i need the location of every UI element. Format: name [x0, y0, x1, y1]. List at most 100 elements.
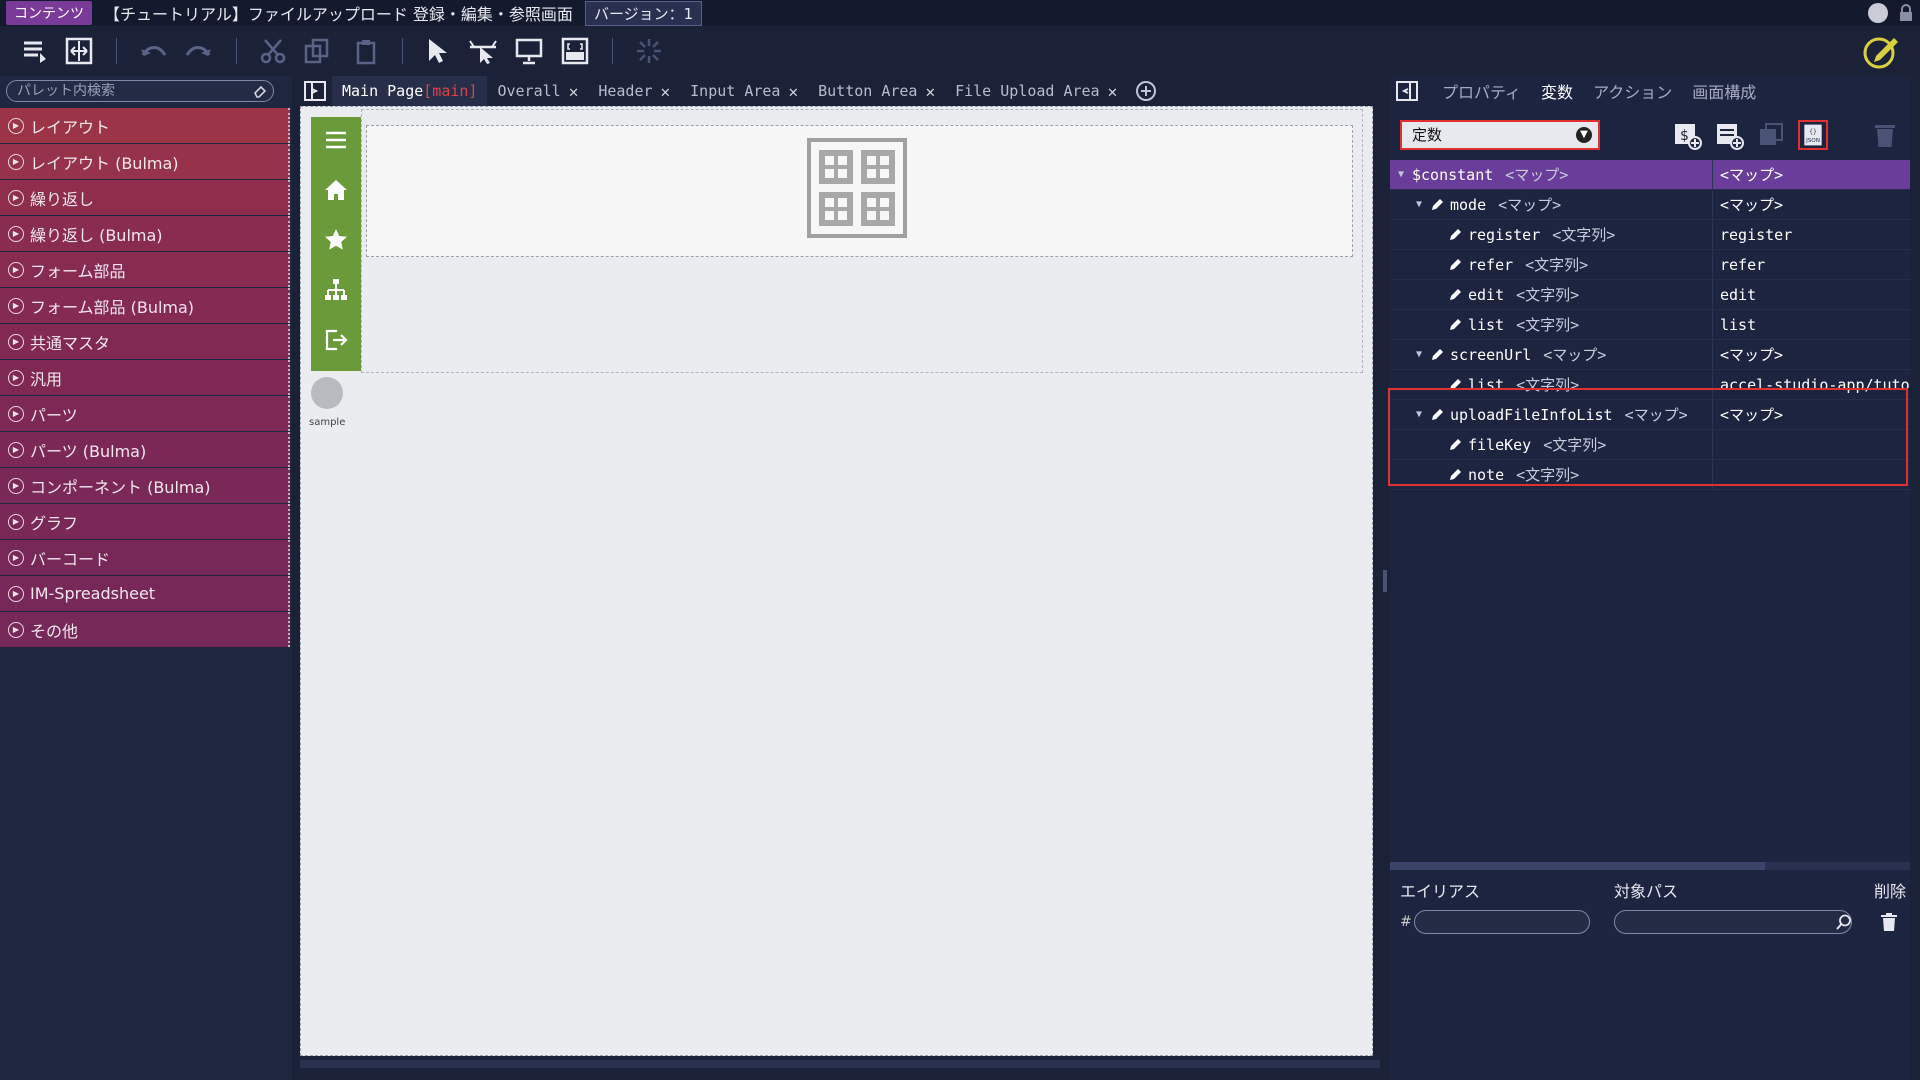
expand-triangle-icon[interactable]: ▼ — [1412, 409, 1426, 420]
css-icon[interactable] — [558, 34, 592, 68]
edit-pencil-icon[interactable] — [1430, 408, 1444, 422]
scrollbar-thumb[interactable] — [1390, 862, 1765, 870]
hamburger-icon[interactable] — [323, 127, 349, 153]
tab-label: Input Area — [690, 82, 781, 100]
close-icon[interactable]: ✕ — [1108, 82, 1118, 101]
sitemap-icon[interactable] — [323, 277, 349, 303]
variable-tree-row[interactable]: ▼ uploadFileInfoList <マップ> <マップ> — [1390, 400, 1910, 430]
close-icon[interactable]: ✕ — [788, 82, 798, 101]
copy-icon[interactable] — [300, 34, 334, 68]
palette-category-item[interactable]: ▶ フォーム部品 (Bulma) — [0, 288, 290, 323]
avatar[interactable] — [311, 377, 343, 409]
palette-category-item[interactable]: ▶ パーツ — [0, 396, 290, 431]
close-icon[interactable]: ✕ — [569, 82, 579, 101]
right-panel-tab[interactable]: 画面構成 — [1682, 79, 1766, 103]
pointer-area-icon[interactable] — [466, 34, 500, 68]
pointer-select-icon[interactable] — [420, 34, 454, 68]
palette-category-item[interactable]: ▶ レイアウト — [0, 108, 290, 143]
json-edit-icon[interactable]: {} JSON — [1798, 120, 1828, 150]
preview-monitor-icon[interactable] — [512, 34, 546, 68]
palette-category-item[interactable]: ▶ フォーム部品 — [0, 252, 290, 287]
search-icon[interactable] — [1836, 914, 1852, 930]
undo-icon[interactable] — [136, 34, 170, 68]
target-path-input[interactable] — [1614, 910, 1852, 934]
palette-category-item[interactable]: ▶ 繰り返し (Bulma) — [0, 216, 290, 251]
edit-pencil-icon[interactable] — [1448, 318, 1462, 332]
tree-horizontal-scrollbar[interactable] — [1390, 862, 1910, 870]
canvas-horizontal-scrollbar[interactable] — [300, 1060, 1380, 1068]
eraser-icon[interactable] — [253, 84, 267, 98]
alias-input[interactable] — [1414, 910, 1590, 934]
tab-item[interactable]: Header ✕ — [588, 76, 680, 106]
cut-icon[interactable] — [256, 34, 290, 68]
palette-category-item[interactable]: ▶ レイアウト (Bulma) — [0, 144, 290, 179]
palette-category-item[interactable]: ▶ コンポーネント (Bulma) — [0, 468, 290, 503]
right-panel-tabs: プロパティ 変数 アクション 画面構成 — [1390, 76, 1910, 106]
trash-icon[interactable] — [1880, 912, 1898, 932]
palette-category-item[interactable]: ▶ 汎用 — [0, 360, 290, 395]
tab-item[interactable]: Overall ✕ — [487, 76, 588, 106]
tab-item[interactable]: Main Page [main] — [332, 76, 488, 106]
add-child-variable-icon[interactable] — [1714, 120, 1744, 150]
palette-category-item[interactable]: ▶ バーコード — [0, 540, 290, 575]
edit-pencil-icon[interactable] — [1430, 348, 1444, 362]
paste-icon[interactable] — [350, 34, 384, 68]
palette-search-input[interactable]: パレット内検索 — [6, 80, 274, 102]
fit-width-icon[interactable] — [62, 34, 96, 68]
tab-item[interactable]: Button Area ✕ — [808, 76, 945, 106]
edit-pencil-icon[interactable] — [1448, 438, 1462, 452]
header-area[interactable] — [366, 125, 1353, 257]
edit-pencil-icon[interactable] — [1448, 378, 1462, 392]
variable-tree-row[interactable]: register <文字列> register — [1390, 220, 1910, 250]
right-panel-tab[interactable]: アクション — [1583, 79, 1682, 103]
palette-category-item[interactable]: ▶ IM-Spreadsheet — [0, 576, 290, 611]
palette-category-item[interactable]: ▶ その他 — [0, 612, 290, 647]
expand-triangle-icon[interactable]: ▼ — [1412, 349, 1426, 360]
edit-pencil-icon[interactable] — [1448, 468, 1462, 482]
logout-icon[interactable] — [323, 327, 349, 353]
variable-tree-row[interactable]: note <文字列> — [1390, 460, 1910, 490]
tab-item[interactable]: Input Area ✕ — [680, 76, 808, 106]
edit-pen-icon[interactable] — [1862, 32, 1900, 70]
palette-category-item[interactable]: ▶ 共通マスタ — [0, 324, 290, 359]
add-tab-icon[interactable] — [1135, 80, 1157, 102]
panel-splitter[interactable] — [1383, 570, 1387, 592]
trash-icon[interactable] — [1870, 120, 1900, 150]
tab-item[interactable]: File Upload Area ✕ — [945, 76, 1127, 106]
panel-toggle-icon[interactable] — [1396, 81, 1418, 101]
edit-pencil-icon[interactable] — [1448, 258, 1462, 272]
edit-pencil-icon[interactable] — [1430, 198, 1444, 212]
copy-variable-icon[interactable] — [1756, 120, 1786, 150]
edit-pencil-icon[interactable] — [1448, 228, 1462, 242]
user-icon[interactable] — [1868, 3, 1888, 23]
layout-panel-icon[interactable] — [304, 81, 326, 101]
redo-icon[interactable] — [182, 34, 216, 68]
right-panel-tab[interactable]: 変数 — [1531, 79, 1583, 103]
close-icon[interactable]: ✕ — [661, 82, 671, 101]
close-icon[interactable]: ✕ — [925, 82, 935, 101]
edit-pencil-icon[interactable] — [1448, 288, 1462, 302]
home-icon[interactable] — [323, 177, 349, 203]
variable-tree-row[interactable]: refer <文字列> refer — [1390, 250, 1910, 280]
expand-arrow-icon: ▶ — [8, 333, 24, 350]
variable-tree-row[interactable]: ▼ screenUrl <マップ> <マップ> — [1390, 340, 1910, 370]
variable-tree-row[interactable]: list <文字列> list — [1390, 310, 1910, 340]
palette-category-item[interactable]: ▶ グラフ — [0, 504, 290, 539]
lock-icon[interactable] — [1898, 4, 1914, 22]
add-variable-icon[interactable]: $ — [1672, 120, 1702, 150]
side-nav-bar[interactable] — [311, 117, 361, 371]
menu-list-icon[interactable] — [18, 34, 52, 68]
palette-category-item[interactable]: ▶ 繰り返し — [0, 180, 290, 215]
variable-tree-row[interactable]: list <文字列> accel-studio-app/tuto — [1390, 370, 1910, 400]
right-panel-tab[interactable]: プロパティ — [1432, 79, 1531, 103]
variable-tree-row[interactable]: ▼ mode <マップ> <マップ> — [1390, 190, 1910, 220]
star-icon[interactable] — [323, 227, 349, 253]
variable-tree-row[interactable]: edit <文字列> edit — [1390, 280, 1910, 310]
design-canvas[interactable]: sample — [300, 106, 1373, 1056]
expand-triangle-icon[interactable]: ▼ — [1412, 199, 1426, 210]
variable-tree-row[interactable]: ▼ $constant <マップ> <マップ> — [1390, 160, 1910, 190]
palette-category-item[interactable]: ▶ パーツ (Bulma) — [0, 432, 290, 467]
variable-tree-row[interactable]: fileKey <文字列> — [1390, 430, 1910, 460]
expand-triangle-icon[interactable]: ▼ — [1394, 169, 1408, 180]
variable-scope-select[interactable]: 定数 ▼ — [1400, 120, 1600, 150]
